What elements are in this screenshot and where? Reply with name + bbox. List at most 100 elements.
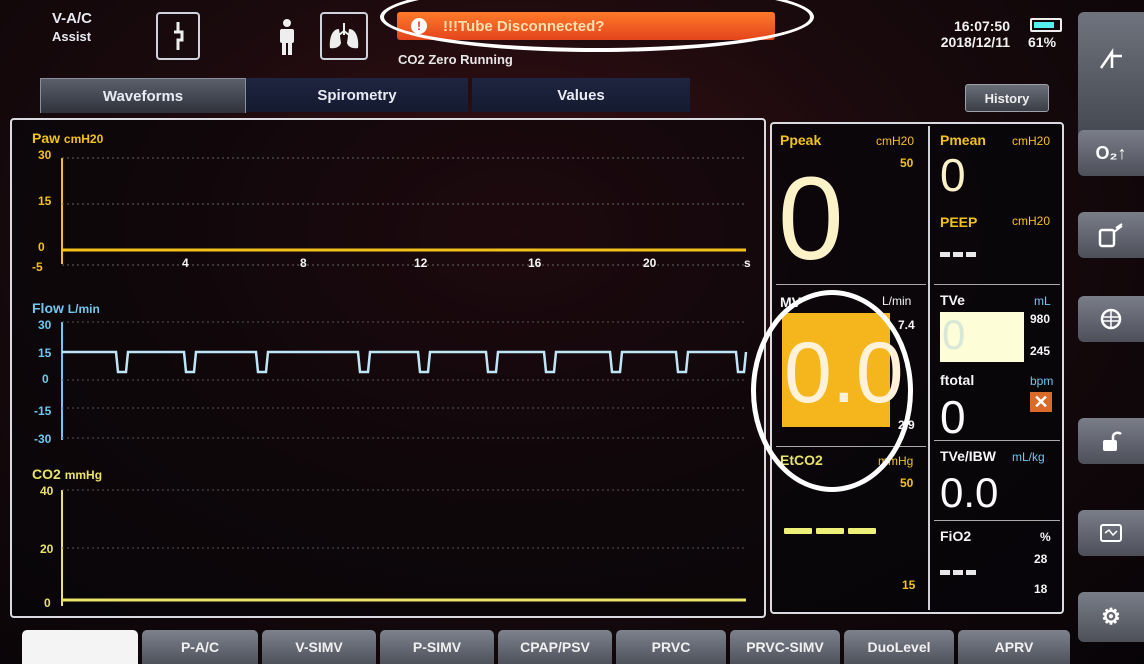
mode-tab-prvc[interactable]: PRVC: [616, 630, 726, 664]
o2-boost-button[interactable]: O₂↑: [1078, 130, 1144, 176]
paw-label: Paw cmH20: [32, 130, 104, 146]
ftotal-unit: bpm: [1030, 374, 1054, 388]
ventilation-mode[interactable]: V-A/C Assist: [52, 10, 122, 46]
ppeak-value: 0: [778, 153, 844, 285]
screen-lock-button[interactable]: [1078, 418, 1144, 464]
paw-xtick-16: 16: [528, 256, 542, 270]
o2-boost-icon: O₂↑: [1095, 142, 1127, 163]
mode-tab-prvc-simv[interactable]: PRVC-SIMV: [730, 630, 840, 664]
mode-tab-v-ac[interactable]: [22, 630, 138, 664]
ppeak-label: Ppeak: [780, 132, 822, 148]
etco2-limit-low: 15: [902, 578, 916, 592]
fio2-limit-low: 18: [1034, 582, 1048, 596]
flow-tick-15: 15: [38, 346, 52, 360]
history-button[interactable]: History: [965, 84, 1049, 112]
mode-tab-aprv[interactable]: APRV: [958, 630, 1070, 664]
ftotal-label: ftotal: [940, 372, 975, 388]
paw-tick-0: 0: [38, 240, 45, 254]
paw-tick-15: 15: [38, 194, 52, 208]
mode-tab-v-simv[interactable]: V-SIMV: [262, 630, 376, 664]
co2-label: CO2 mmHg: [32, 466, 103, 482]
tab-waveforms[interactable]: Waveforms: [40, 78, 246, 113]
peep-dash-3: [966, 252, 976, 257]
tve-value: 0: [942, 311, 966, 358]
peep-unit: cmH20: [1012, 214, 1051, 228]
pmean-value: 0: [940, 149, 966, 201]
mode-tab-p-simv[interactable]: P-SIMV: [380, 630, 494, 664]
tve-unit: mL: [1034, 294, 1051, 308]
annotation-ellipse-mv: [751, 290, 913, 492]
suction-button[interactable]: [1078, 212, 1144, 258]
ftotal-separator: [934, 440, 1060, 441]
settings-icon: ⚙: [1101, 604, 1121, 629]
mode-tab-cpap-psv[interactable]: CPAP/PSV: [498, 630, 612, 664]
co2-tick-0: 0: [44, 596, 51, 610]
mode-tab-duolevel[interactable]: DuoLevel: [844, 630, 954, 664]
peep-dash-1: [940, 252, 950, 257]
alarm-silenced-icon: ✕: [1030, 392, 1052, 412]
flow-waveform: [61, 321, 748, 440]
clock: 16:07:50 2018/12/11: [914, 18, 1010, 50]
screen-button[interactable]: [1078, 510, 1144, 556]
flow-tick-30: 30: [38, 318, 52, 332]
tve-limit-high: 980: [1030, 312, 1051, 326]
ppeak-unit: cmH20: [876, 134, 915, 148]
tveibw-value: 0.0: [940, 469, 999, 516]
settings-button[interactable]: ⚙: [1078, 592, 1144, 642]
time: 16:07:50: [953, 18, 1010, 34]
flow-tick-neg30: -30: [34, 432, 52, 446]
peep-label: PEEP: [940, 214, 978, 230]
fio2-dash-2: [953, 570, 963, 575]
battery-percent: 61%: [1028, 34, 1057, 50]
co2-waveform: [61, 489, 746, 606]
date: 2018/12/11: [940, 34, 1010, 50]
tab-spirometry[interactable]: Spirometry: [246, 78, 468, 112]
flow-label: Flow L/min: [32, 300, 100, 316]
fio2-dash-3: [966, 570, 976, 575]
co2-tick-20: 20: [40, 542, 54, 556]
patient-icon[interactable]: [276, 18, 298, 61]
paw-xtick-4: 4: [182, 256, 189, 270]
mode-tab-p-ac[interactable]: P-A/C: [142, 630, 258, 664]
paw-xtick-20: 20: [643, 256, 657, 270]
annotation-ellipse-alarm: [380, 0, 814, 52]
peep-dash-2: [953, 252, 963, 257]
flow-tick-neg15: -15: [34, 404, 52, 418]
freeze-button[interactable]: [1078, 12, 1144, 142]
tve-limit-low: 245: [1030, 344, 1051, 358]
tve-label: TVe: [940, 292, 965, 308]
fio2-limit-high: 28: [1034, 552, 1048, 566]
tveibw-separator: [934, 520, 1060, 521]
suction-icon: [1098, 223, 1123, 248]
unlock-icon: [1103, 431, 1122, 451]
flow-tick-0: 0: [42, 372, 49, 386]
values-divider: [928, 126, 930, 610]
mode-name: V-A/C: [52, 10, 93, 27]
paw-xtick-8: 8: [300, 256, 307, 270]
tube-icon[interactable]: [156, 12, 200, 60]
etco2-dash-3: [848, 528, 876, 534]
etco2-dash-2: [816, 528, 844, 534]
lungs-icon[interactable]: [320, 12, 368, 60]
co2-tick-40: 40: [40, 484, 54, 498]
paw-xtick-unit: s: [744, 256, 751, 270]
pmean-unit: cmH20: [1012, 134, 1051, 148]
fio2-dash-1: [940, 570, 950, 575]
nebulizer-button[interactable]: [1078, 296, 1144, 342]
paw-tick-neg5: -5: [32, 260, 43, 274]
tveibw-unit: mL/kg: [1012, 450, 1045, 464]
ventilator-screen: V-A/C Assist ! !!!Tube Disconnected? CO2…: [0, 0, 1144, 664]
status-message: CO2 Zero Running: [398, 52, 513, 67]
ppeak-limit: 50: [900, 156, 914, 170]
mode-subname: Assist: [52, 29, 92, 44]
battery-icon: [1030, 18, 1062, 32]
tab-values[interactable]: Values: [472, 78, 690, 112]
paw-waveform: [61, 157, 746, 266]
fio2-label: FiO2: [940, 528, 972, 544]
ftotal-value: 0: [940, 391, 966, 443]
paw-xtick-12: 12: [414, 256, 428, 270]
screen-icon: [1100, 524, 1122, 542]
pmean-label: Pmean: [940, 132, 986, 148]
etco2-limit-high: 50: [900, 476, 914, 490]
fio2-unit: %: [1040, 530, 1051, 544]
